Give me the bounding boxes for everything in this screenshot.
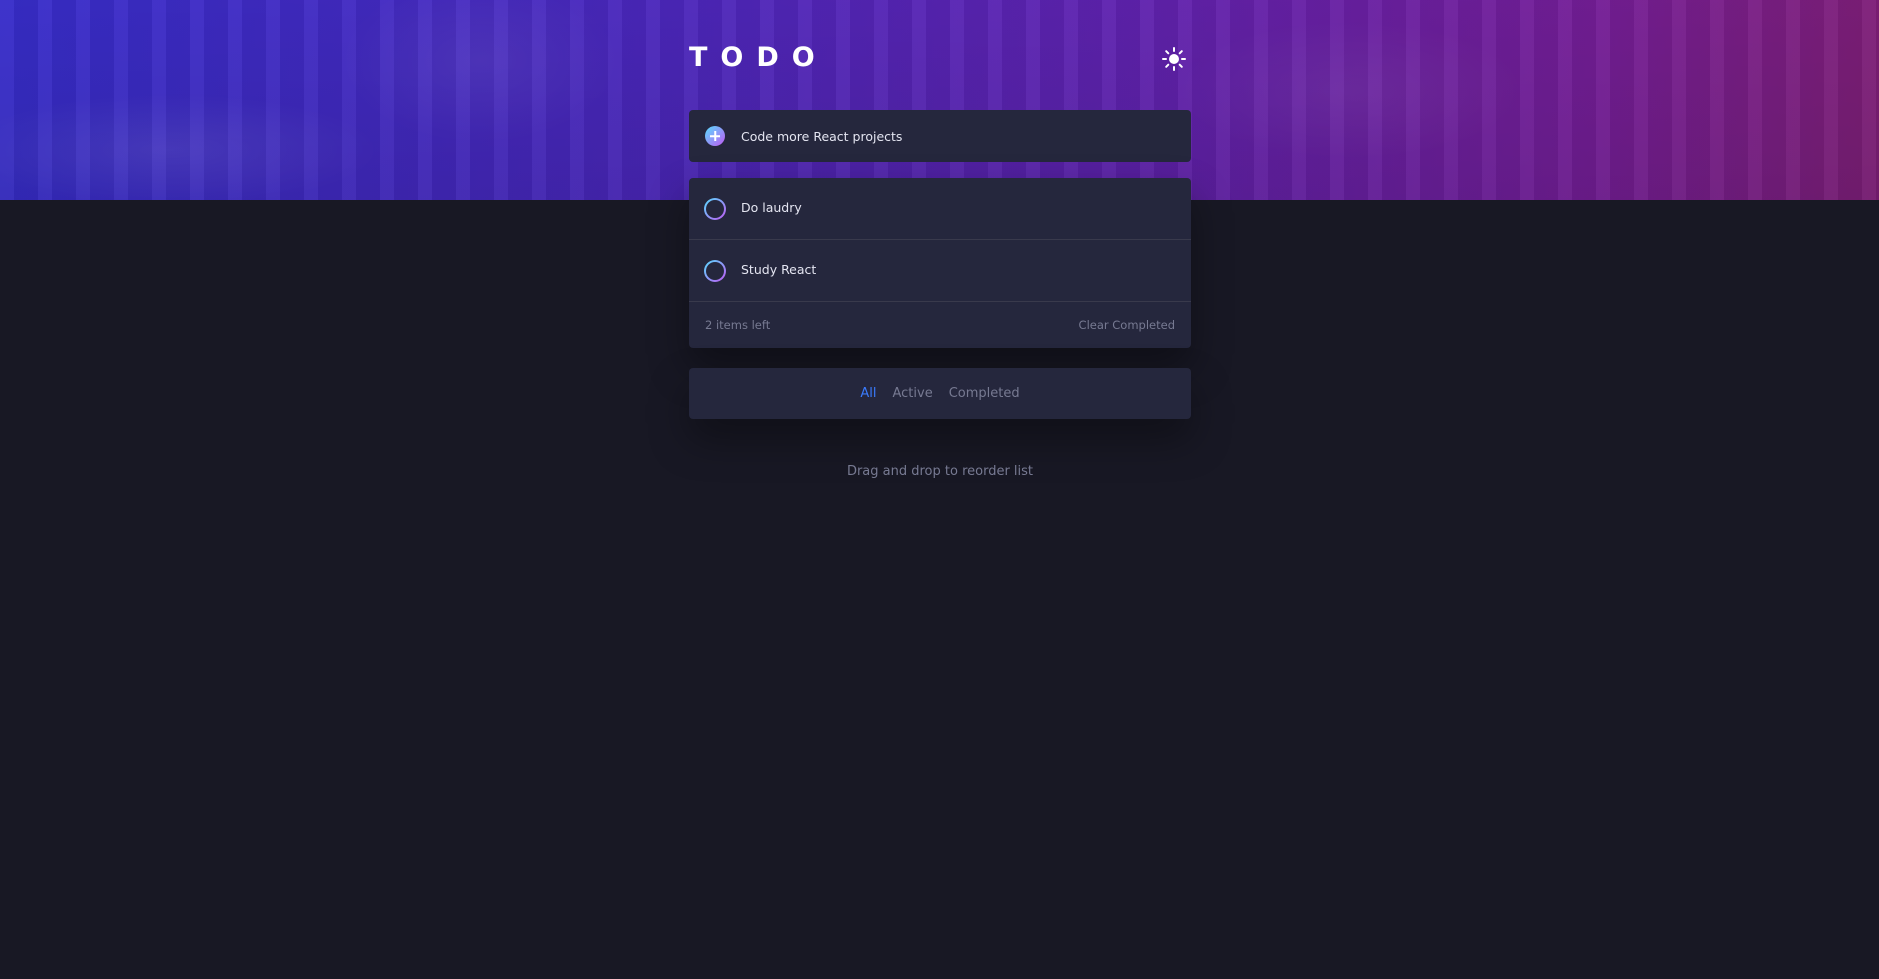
app-title: TODO xyxy=(689,42,828,73)
list-footer: 2 items left Clear Completed xyxy=(689,302,1191,348)
filter-all[interactable]: All xyxy=(860,386,876,401)
new-todo-bar xyxy=(689,110,1191,162)
filter-completed[interactable]: Completed xyxy=(949,386,1020,401)
todo-list: Do laudry Study React 2 items left Clear… xyxy=(689,178,1191,348)
todo-item[interactable]: Do laudry xyxy=(689,178,1191,240)
todo-text: Study React xyxy=(741,262,817,277)
sun-icon[interactable] xyxy=(1161,46,1187,72)
clear-completed-button[interactable]: Clear Completed xyxy=(1079,302,1175,348)
todo-checkbox[interactable] xyxy=(704,198,726,220)
todo-checkbox[interactable] xyxy=(704,260,726,282)
new-todo-input[interactable] xyxy=(741,110,1171,162)
filter-active[interactable]: Active xyxy=(893,386,933,401)
plus-icon[interactable] xyxy=(705,126,725,146)
items-left-count: 2 items left xyxy=(705,318,771,332)
todo-text: Do laudry xyxy=(741,200,802,215)
drag-drop-hint: Drag and drop to reorder list xyxy=(846,464,1034,479)
filter-bar: All Active Completed xyxy=(689,368,1191,419)
header-background-image xyxy=(0,0,1879,200)
todo-item[interactable]: Study React xyxy=(689,240,1191,302)
app-header: TODO xyxy=(689,40,1191,76)
